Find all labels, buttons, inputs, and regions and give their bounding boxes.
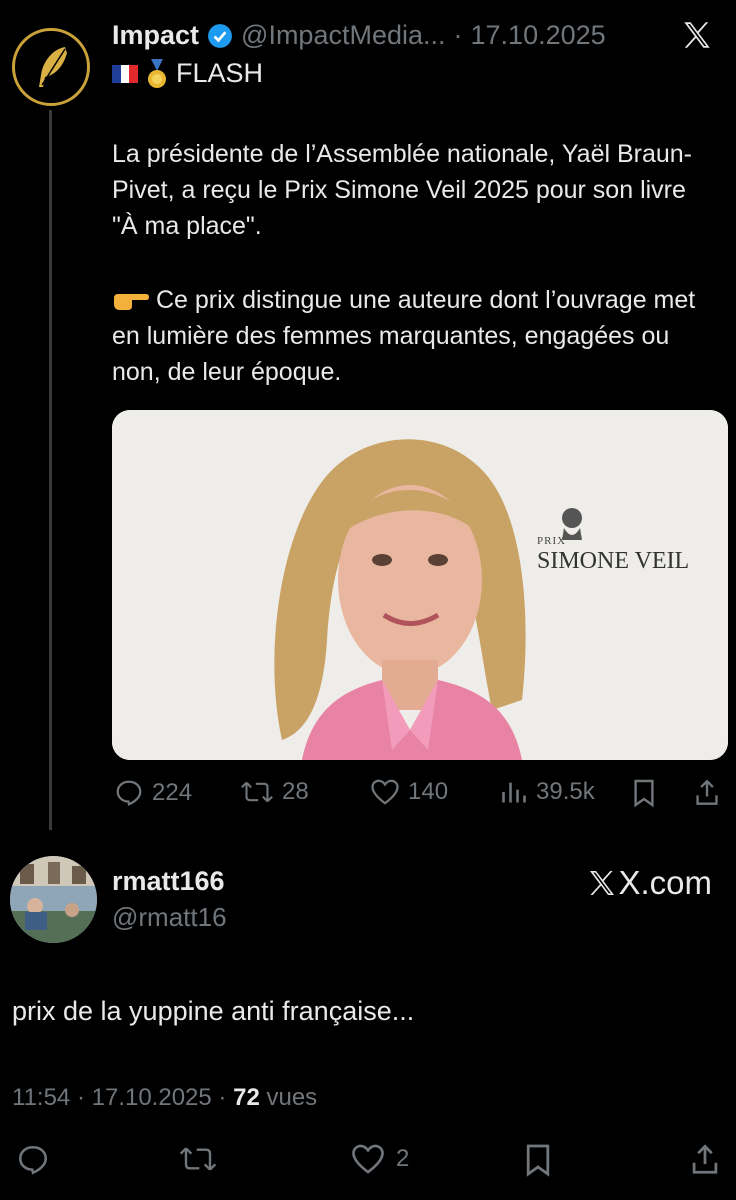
reply-icon bbox=[18, 1145, 48, 1175]
reply-count: 224 bbox=[152, 779, 193, 806]
reply-icon bbox=[116, 780, 142, 806]
x-com-label: X.com bbox=[618, 864, 712, 901]
avatar-image bbox=[10, 856, 97, 943]
share-icon bbox=[692, 1144, 718, 1174]
reply-author-name[interactable]: rmatt166 bbox=[112, 866, 225, 897]
bookmark-icon bbox=[634, 779, 654, 808]
tweet-header: Impact @ImpactMedia... · 17.10.2025 bbox=[112, 20, 606, 51]
share-icon bbox=[696, 779, 718, 805]
reply-views-count: 72 bbox=[233, 1084, 260, 1111]
like-action[interactable]: 140 bbox=[370, 778, 448, 806]
reply-text: prix de la yuppine anti française... bbox=[12, 996, 415, 1026]
reply-like-button[interactable]: 2 bbox=[350, 1143, 409, 1175]
reply-author-handle[interactable]: @rmatt16 bbox=[112, 902, 227, 933]
reply-action[interactable]: 224 bbox=[114, 778, 192, 808]
flash-label: FLASH bbox=[176, 58, 264, 88]
tweet-paragraph-2: Ce prix distingue une auteure dont l’ouv… bbox=[112, 282, 712, 390]
like-icon bbox=[352, 1144, 384, 1174]
reply-like-count: 2 bbox=[396, 1145, 410, 1172]
rmatt-avatar[interactable] bbox=[10, 856, 97, 943]
author-handle[interactable]: @ImpactMedia... bbox=[241, 20, 445, 51]
author-name[interactable]: Impact bbox=[112, 20, 199, 51]
reply-time[interactable]: 11:54 bbox=[12, 1084, 70, 1111]
views-count: 39.5k bbox=[536, 778, 595, 805]
pointing-hand-icon bbox=[114, 294, 149, 310]
x-logo-icon bbox=[590, 871, 615, 895]
reply-views-label: vues bbox=[266, 1084, 318, 1111]
reply-date[interactable]: 17.10.2025 bbox=[92, 1084, 212, 1111]
x-com-brand: X.com bbox=[586, 864, 712, 902]
verified-badge-icon bbox=[208, 23, 232, 48]
impact-avatar[interactable] bbox=[12, 28, 90, 106]
flash-tag: FLASH bbox=[112, 58, 263, 89]
like-count: 140 bbox=[408, 778, 449, 805]
reply-share-button[interactable] bbox=[690, 1143, 720, 1177]
reply-meta: 11:54 · 17.10.2025 · 72 vues bbox=[12, 1084, 318, 1111]
repost-icon bbox=[241, 781, 273, 803]
medal-icon bbox=[148, 58, 166, 88]
views-action[interactable]: 39.5k bbox=[500, 778, 595, 806]
prix-small-label: PRIX bbox=[537, 535, 567, 547]
feather-logo bbox=[39, 47, 67, 87]
portrait-illustration bbox=[112, 410, 728, 760]
tweet-image[interactable]: PRIX SIMONE VEIL bbox=[112, 410, 728, 760]
thread-line bbox=[49, 110, 52, 830]
tweet-paragraph-1: La présidente de l’Assemblée nationale, … bbox=[112, 140, 693, 240]
prix-title-label: SIMONE VEIL bbox=[537, 548, 690, 574]
reply-reply-button[interactable] bbox=[16, 1143, 50, 1177]
bookmark-button[interactable] bbox=[632, 778, 656, 808]
reply-bookmark-button[interactable] bbox=[524, 1143, 552, 1177]
like-icon bbox=[371, 779, 399, 805]
tweet-date[interactable]: 17.10.2025 bbox=[471, 20, 606, 51]
france-flag-icon bbox=[112, 64, 139, 83]
reply-repost-button[interactable] bbox=[178, 1143, 218, 1175]
share-button[interactable] bbox=[694, 778, 720, 808]
x-logo-icon[interactable] bbox=[680, 18, 714, 57]
separator: · bbox=[453, 20, 463, 50]
views-icon bbox=[502, 782, 526, 803]
tweet-paragraph-2-text: Ce prix distingue une auteure dont l’ouv… bbox=[112, 286, 696, 386]
bookmark-icon bbox=[526, 1144, 550, 1177]
repost-action[interactable]: 28 bbox=[240, 778, 309, 806]
repost-count: 28 bbox=[282, 778, 309, 805]
repost-icon bbox=[179, 1147, 217, 1171]
